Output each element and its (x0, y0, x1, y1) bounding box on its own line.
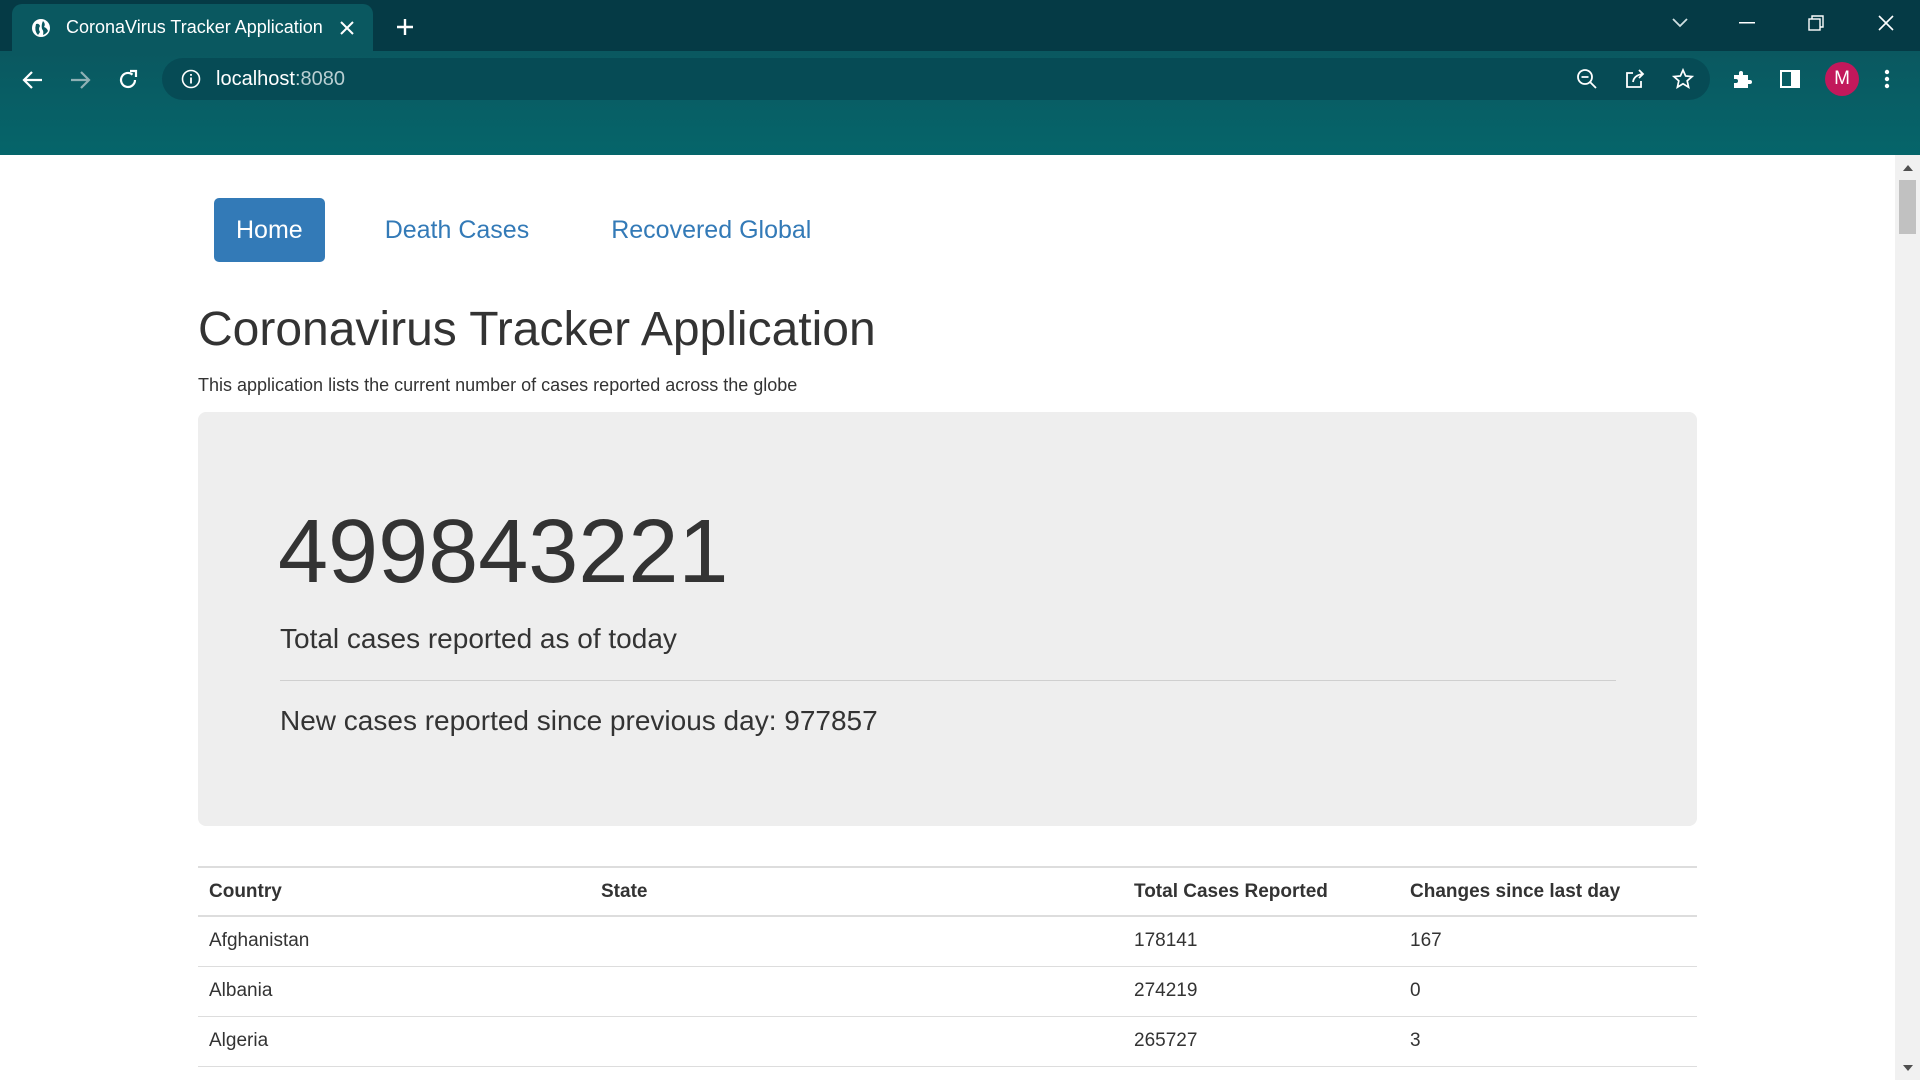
divider (280, 680, 1616, 681)
close-window-icon[interactable] (1866, 8, 1906, 38)
restore-icon[interactable] (1796, 8, 1836, 38)
summary-jumbotron: 499843221 Total cases reported as of tod… (198, 412, 1697, 826)
tab-search-icon[interactable] (1660, 8, 1700, 38)
cell-country: Afghanistan (198, 916, 590, 967)
cell-country: Albania (198, 966, 590, 1017)
profile-avatar[interactable]: M (1825, 62, 1859, 96)
table-row: Algeria 265727 3 (198, 1016, 1697, 1067)
nav-home[interactable]: Home (214, 198, 325, 262)
cell-changes: 0 (1399, 966, 1697, 1017)
url-text: localhost:8080 (216, 67, 345, 90)
page-content: Home Death Cases Recovered Global Corona… (0, 155, 1895, 1080)
scrollbar-thumb[interactable] (1899, 180, 1916, 234)
nav-death-cases[interactable]: Death Cases (363, 198, 552, 262)
cases-table: Country State Total Cases Reported Chang… (198, 866, 1697, 1067)
close-tab-icon[interactable] (335, 16, 359, 40)
side-panel-icon[interactable] (1773, 62, 1807, 96)
scroll-down-arrow-icon[interactable] (1900, 1060, 1915, 1075)
page-title: Coronavirus Tracker Application (198, 303, 876, 356)
back-icon[interactable] (15, 62, 51, 98)
scroll-up-arrow-icon[interactable] (1900, 160, 1915, 175)
cell-total-cases: 274219 (1123, 966, 1399, 1017)
page-subtitle: This application lists the current numbe… (198, 375, 798, 395)
more-menu-icon[interactable] (1870, 62, 1904, 96)
reload-icon[interactable] (110, 62, 146, 98)
site-info-icon[interactable] (180, 68, 202, 90)
forward-icon[interactable] (62, 62, 98, 98)
cell-state (590, 966, 1123, 1017)
new-cases-text: New cases reported since previous day: 9… (280, 705, 878, 736)
cell-changes: 167 (1399, 916, 1697, 967)
nav-recovered-global[interactable]: Recovered Global (589, 198, 833, 262)
page-scrollbar[interactable] (1895, 155, 1920, 1080)
new-tab-button[interactable] (390, 12, 420, 42)
minimize-icon[interactable] (1727, 8, 1767, 38)
cell-changes: 3 (1399, 1016, 1697, 1067)
cell-state (590, 916, 1123, 967)
total-cases-label: Total cases reported as of today (280, 623, 677, 654)
bookmark-star-icon[interactable] (1666, 62, 1700, 96)
address-bar[interactable]: localhost:8080 (162, 58, 1710, 100)
extensions-icon[interactable] (1725, 62, 1759, 96)
column-header-state: State (601, 880, 648, 902)
nav-pills: Home Death Cases Recovered Global (214, 198, 833, 262)
tab-title: CoronaVirus Tracker Application (66, 17, 323, 37)
cell-country: Algeria (198, 1016, 590, 1067)
column-header-country: Country (209, 880, 282, 902)
total-cases-number: 499843221 (278, 502, 729, 602)
zoom-icon[interactable] (1570, 62, 1604, 96)
cell-total-cases: 178141 (1123, 916, 1399, 967)
table-row: Albania 274219 0 (198, 966, 1697, 1017)
cell-state (590, 1016, 1123, 1067)
column-header-total-cases: Total Cases Reported (1134, 880, 1328, 902)
share-icon[interactable] (1618, 62, 1652, 96)
browser-tab[interactable]: CoronaVirus Tracker Application (12, 4, 373, 51)
table-row: Afghanistan 178141 167 (198, 916, 1697, 967)
column-header-changes: Changes since last day (1410, 880, 1621, 902)
globe-icon (30, 17, 52, 39)
browser-tab-strip: CoronaVirus Tracker Application (0, 0, 1920, 51)
cell-total-cases: 265727 (1123, 1016, 1399, 1067)
table-header-row: Country State Total Cases Reported Chang… (198, 867, 1697, 916)
